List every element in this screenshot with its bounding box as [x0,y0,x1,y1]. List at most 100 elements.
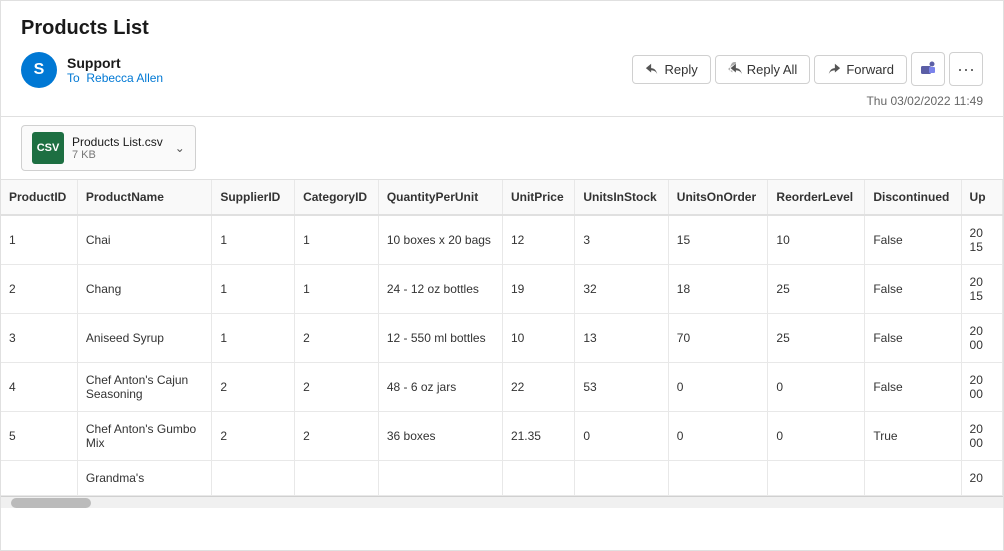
table-cell: 3 [575,215,668,265]
col-unitsinstock: UnitsInStock [575,180,668,215]
table-cell [575,461,668,496]
table-header-row: ProductID ProductName SupplierID Categor… [1,180,1003,215]
table-cell: 48 - 6 oz jars [378,363,502,412]
table-cell: 1 [1,215,77,265]
table-cell: False [865,314,961,363]
forward-icon [827,62,841,76]
table-cell: 1 [212,265,295,314]
csv-icon: CSV [32,132,64,164]
table-cell: Chef Anton's Cajun Seasoning [77,363,211,412]
attachment-size: 7 KB [72,149,163,161]
table-cell: 20 15 [961,265,1002,314]
attachment[interactable]: CSV Products List.csv 7 KB ⌄ [21,125,196,171]
table-cell: 2 [212,363,295,412]
table-cell: 10 [768,215,865,265]
table-cell: 20 00 [961,412,1002,461]
attachment-name: Products List.csv [72,135,163,149]
table-cell: 0 [668,363,768,412]
table-cell: 20 00 [961,363,1002,412]
horizontal-scrollbar[interactable] [1,496,1003,508]
table-cell: 10 [502,314,574,363]
table-body: 1Chai1110 boxes x 20 bags1231510False20 … [1,215,1003,496]
teams-button[interactable] [911,52,945,86]
table-cell: 0 [768,412,865,461]
table-row: 3Aniseed Syrup1212 - 550 ml bottles10137… [1,314,1003,363]
table-row: 2Chang1124 - 12 oz bottles19321825False2… [1,265,1003,314]
table-cell: 15 [668,215,768,265]
col-supplierid: SupplierID [212,180,295,215]
table-cell: 2 [1,265,77,314]
table-cell: False [865,265,961,314]
table-cell: 10 boxes x 20 bags [378,215,502,265]
email-header: Products List S Support To Rebecca Allen [1,1,1003,117]
table-cell: 0 [668,412,768,461]
table-cell: 1 [295,265,379,314]
forward-label: Forward [846,62,894,77]
email-container: Products List S Support To Rebecca Allen [0,0,1004,551]
attachment-info: Products List.csv 7 KB [72,135,163,161]
reply-label: Reply [664,62,697,77]
table-cell: 53 [575,363,668,412]
table-cell: 1 [212,215,295,265]
table-cell: 25 [768,314,865,363]
table-cell: 25 [768,265,865,314]
table-cell [865,461,961,496]
table-cell: 1 [212,314,295,363]
table-cell [668,461,768,496]
reply-button[interactable]: Reply [632,55,710,84]
table-cell [768,461,865,496]
table-cell: 2 [295,314,379,363]
table-row: 5Chef Anton's Gumbo Mix2236 boxes21.3500… [1,412,1003,461]
table-cell [295,461,379,496]
table-cell: 70 [668,314,768,363]
avatar: S [21,52,57,88]
col-extra: Up [961,180,1002,215]
table-cell: 36 boxes [378,412,502,461]
table-cell [502,461,574,496]
sender-name: Support [67,55,163,71]
table-cell: 3 [1,314,77,363]
table-cell: False [865,363,961,412]
col-qpu: QuantityPerUnit [378,180,502,215]
reply-all-icon [728,62,742,76]
more-dots: ··· [957,59,975,80]
col-productid: ProductID [1,180,77,215]
table-cell: 32 [575,265,668,314]
table-row: Grandma's20 [1,461,1003,496]
chevron-down-icon: ⌄ [175,141,185,155]
more-options-button[interactable]: ··· [949,52,983,86]
table-cell: Chang [77,265,211,314]
col-categoryid: CategoryID [295,180,379,215]
horizontal-scroll-thumb[interactable] [11,498,91,508]
table-cell: 0 [575,412,668,461]
table-cell [378,461,502,496]
table-cell: 0 [768,363,865,412]
email-timestamp: Thu 03/02/2022 11:49 [866,94,983,108]
col-unitprice: UnitPrice [502,180,574,215]
table-cell: 18 [668,265,768,314]
table-cell: 5 [1,412,77,461]
email-meta-row: S Support To Rebecca Allen Reply [21,52,983,108]
table-cell: False [865,215,961,265]
to-label: To [67,71,80,85]
col-discontinued: Discontinued [865,180,961,215]
table-cell: Chef Anton's Gumbo Mix [77,412,211,461]
table-cell: 22 [502,363,574,412]
table-cell: 19 [502,265,574,314]
table-cell: 24 - 12 oz bottles [378,265,502,314]
attachment-row: CSV Products List.csv 7 KB ⌄ [1,117,1003,180]
table-cell: 2 [295,363,379,412]
email-title: Products List [21,17,983,40]
sender-details: Support To Rebecca Allen [67,55,163,85]
reply-all-button[interactable]: Reply All [715,55,811,84]
table-container[interactable]: ProductID ProductName SupplierID Categor… [1,180,1003,550]
table-cell: 12 [502,215,574,265]
table-cell: Chai [77,215,211,265]
table-cell: True [865,412,961,461]
table-cell: 2 [295,412,379,461]
forward-button[interactable]: Forward [814,55,907,84]
table-cell: 20 [961,461,1002,496]
col-productname: ProductName [77,180,211,215]
table-cell: 4 [1,363,77,412]
recipient-name: Rebecca Allen [86,71,163,85]
